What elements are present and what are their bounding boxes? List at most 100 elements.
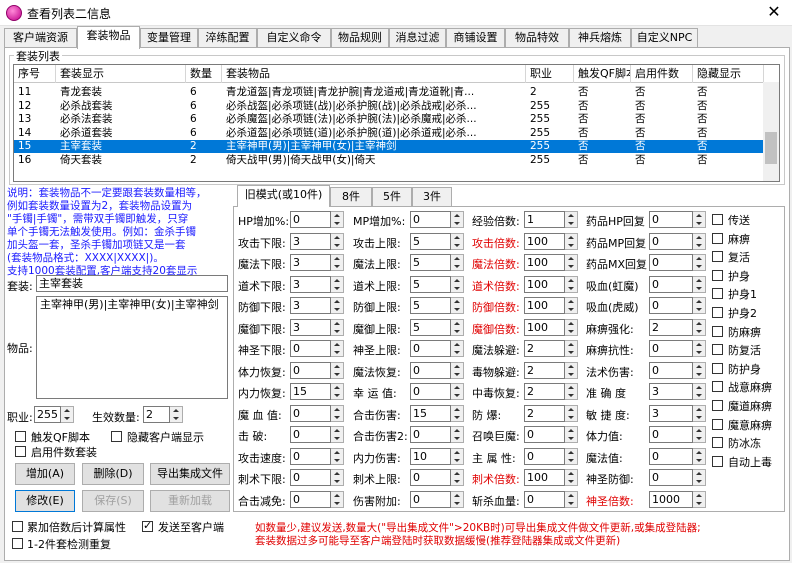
- scroll-thumb[interactable]: [765, 132, 777, 164]
- attr-spinner[interactable]: [451, 297, 464, 314]
- attr-input[interactable]: 3: [290, 232, 331, 250]
- attr-input[interactable]: 0: [649, 275, 693, 293]
- attr-spinner[interactable]: [451, 318, 464, 336]
- attr-input[interactable]: 3: [290, 297, 331, 314]
- attr-spinner[interactable]: [693, 383, 706, 400]
- attr-spinner[interactable]: [565, 211, 578, 228]
- attr-spinner[interactable]: [565, 361, 578, 379]
- effect-checkbox[interactable]: [712, 232, 723, 244]
- subtab-3[interactable]: 3件: [412, 187, 452, 206]
- effect-checkbox[interactable]: [712, 362, 723, 374]
- attr-input[interactable]: 100: [524, 275, 565, 293]
- save-button[interactable]: 保存(S): [82, 490, 144, 512]
- attr-spinner[interactable]: [331, 361, 344, 379]
- attr-spinner[interactable]: [693, 447, 706, 465]
- attr-input[interactable]: 15: [290, 383, 331, 400]
- attr-input[interactable]: 100: [524, 254, 565, 271]
- attr-input[interactable]: 2: [649, 318, 693, 336]
- attr-spinner[interactable]: [331, 232, 344, 250]
- attr-spinner[interactable]: [331, 275, 344, 293]
- table-row[interactable]: 13 必杀法套装 6 必杀魔盔|必杀项链(法)|必杀护腕(法)|必杀魔戒|必杀... 2…: [14, 113, 764, 126]
- job-spinner[interactable]: [61, 406, 74, 423]
- attr-input[interactable]: 0: [290, 469, 331, 486]
- tab-1[interactable]: 套装物品: [77, 26, 140, 49]
- attr-input[interactable]: 2: [524, 340, 565, 357]
- attr-input[interactable]: 3: [290, 275, 331, 293]
- attr-input[interactable]: 0: [649, 232, 693, 250]
- close-icon[interactable]: ✕: [764, 2, 784, 22]
- attr-spinner[interactable]: [331, 318, 344, 336]
- subtab-0[interactable]: 旧模式(或10件): [237, 185, 330, 207]
- attr-spinner[interactable]: [451, 404, 464, 422]
- attr-input[interactable]: 0: [410, 469, 451, 486]
- column-header-2[interactable]: 数量: [186, 65, 222, 83]
- attr-input[interactable]: 0: [290, 361, 331, 379]
- subtab-1[interactable]: 8件: [330, 187, 372, 206]
- hide-client-checkbox[interactable]: [111, 431, 122, 442]
- attr-input[interactable]: 5: [410, 254, 451, 271]
- attr-spinner[interactable]: [331, 426, 344, 443]
- attr-spinner[interactable]: [565, 318, 578, 336]
- attr-spinner[interactable]: [451, 275, 464, 293]
- attr-spinner[interactable]: [693, 297, 706, 314]
- column-header-5[interactable]: 触发QF脚本: [574, 65, 631, 83]
- tab-0[interactable]: 客户端资源: [4, 28, 77, 48]
- attr-spinner[interactable]: [693, 404, 706, 422]
- tab-4[interactable]: 自定义命令: [257, 28, 331, 48]
- attr-input[interactable]: 2: [524, 404, 565, 422]
- effect-checkbox[interactable]: [712, 325, 723, 337]
- list-scrollbar[interactable]: [763, 82, 779, 181]
- attr-spinner[interactable]: [565, 275, 578, 293]
- table-row[interactable]: 11 青龙套装 6 青龙道盔|青龙项链|青龙护腕|青龙道戒|青龙道靴|青... 2 否 否 否: [14, 86, 764, 99]
- effect-checkbox[interactable]: [712, 418, 723, 430]
- attr-spinner[interactable]: [693, 318, 706, 336]
- attr-input[interactable]: 1: [524, 211, 565, 228]
- attr-spinner[interactable]: [693, 232, 706, 250]
- attr-spinner[interactable]: [693, 211, 706, 228]
- tab-3[interactable]: 淬练配置: [198, 28, 257, 48]
- effect-checkbox[interactable]: [712, 437, 723, 449]
- attr-input[interactable]: 3: [649, 404, 693, 422]
- effect-checkbox[interactable]: [712, 269, 723, 281]
- attr-input[interactable]: 0: [649, 340, 693, 357]
- attr-input[interactable]: 5: [410, 318, 451, 336]
- attr-input[interactable]: 1000: [649, 490, 693, 508]
- suit-listview[interactable]: 序号套装显示数量套装物品职业触发QF脚本启用件数隐藏显示 11 青龙套装 6 青龙道盔…: [13, 64, 780, 182]
- effect-checkbox[interactable]: [712, 251, 723, 263]
- attr-input[interactable]: 0: [410, 383, 451, 400]
- attr-input[interactable]: 0: [290, 404, 331, 422]
- tab-6[interactable]: 消息过滤: [389, 28, 446, 48]
- tab-8[interactable]: 物品特效: [505, 28, 569, 48]
- attr-spinner[interactable]: [451, 361, 464, 379]
- attr-spinner[interactable]: [565, 404, 578, 422]
- effect-checkbox[interactable]: [712, 214, 723, 225]
- attr-spinner[interactable]: [451, 447, 464, 465]
- trigger-qf-checkbox[interactable]: [15, 431, 26, 442]
- attr-input[interactable]: 0: [290, 211, 331, 228]
- attr-input[interactable]: 0: [410, 340, 451, 357]
- attr-spinner[interactable]: [565, 383, 578, 400]
- attr-spinner[interactable]: [565, 232, 578, 250]
- attr-spinner[interactable]: [451, 232, 464, 250]
- reload-button[interactable]: 重新加载: [150, 490, 230, 512]
- attr-input[interactable]: 0: [410, 361, 451, 379]
- attr-input[interactable]: 3: [290, 318, 331, 336]
- effect-checkbox[interactable]: [712, 288, 723, 300]
- attr-input[interactable]: 0: [649, 211, 693, 228]
- effect-count-spinner[interactable]: [170, 406, 183, 423]
- attr-input[interactable]: 5: [410, 232, 451, 250]
- items-memo[interactable]: 主宰神甲(男)|主宰神甲(女)|主宰神剑: [36, 296, 228, 399]
- column-header-3[interactable]: 套装物品: [222, 65, 526, 83]
- attr-spinner[interactable]: [451, 254, 464, 271]
- attr-spinner[interactable]: [451, 211, 464, 228]
- effect-checkbox[interactable]: [712, 381, 723, 393]
- export-button[interactable]: 导出集成文件: [150, 463, 230, 485]
- attr-input[interactable]: 10: [410, 447, 451, 465]
- attr-spinner[interactable]: [565, 297, 578, 314]
- attr-spinner[interactable]: [693, 275, 706, 293]
- attr-spinner[interactable]: [565, 447, 578, 465]
- delete-button[interactable]: 删除(D): [82, 463, 144, 485]
- redetect-checkbox[interactable]: [12, 538, 23, 549]
- attr-input[interactable]: 0: [649, 254, 693, 271]
- attr-input[interactable]: 2: [524, 361, 565, 379]
